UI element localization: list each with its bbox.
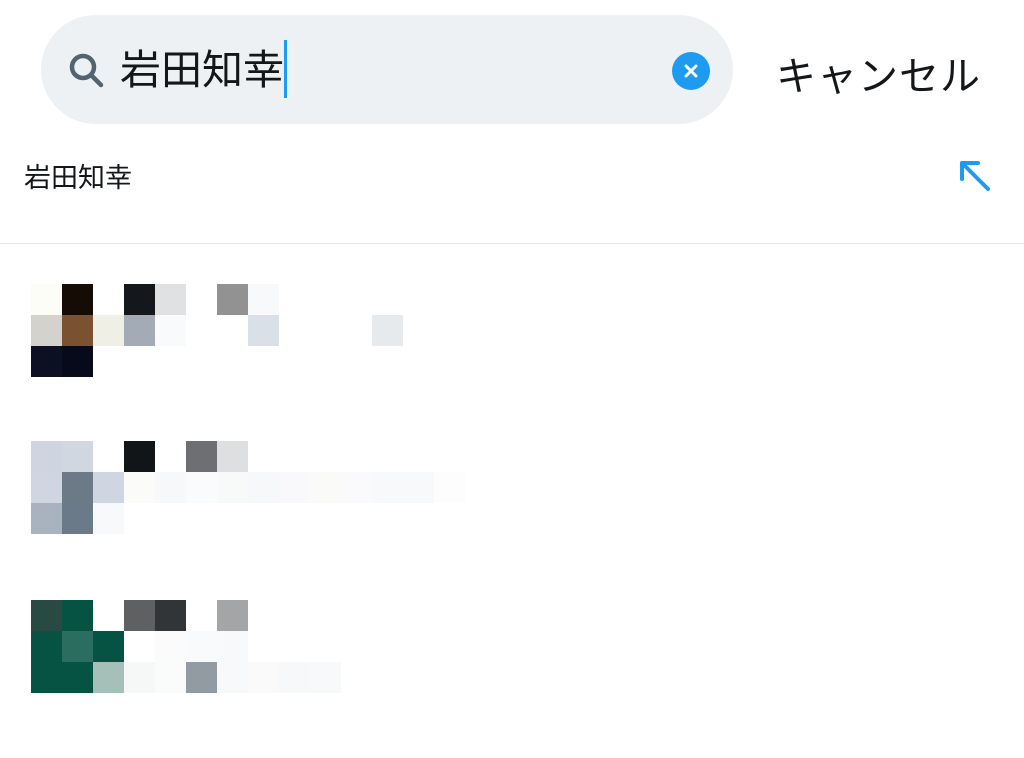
redacted-pixel-block — [31, 631, 62, 662]
redacted-pixel-block — [155, 472, 186, 503]
redacted-pixel-block — [434, 472, 465, 503]
redacted-pixel-block — [93, 472, 124, 503]
redacted-pixel-block — [217, 600, 248, 631]
redacted-pixel-block — [93, 662, 124, 693]
search-icon — [69, 53, 104, 88]
redacted-pixel-block — [31, 284, 62, 315]
redacted-pixel-block — [62, 503, 93, 534]
redacted-pixel-block — [31, 441, 62, 472]
redacted-pixel-block — [155, 662, 186, 693]
redacted-pixel-block — [217, 284, 248, 315]
redacted-pixel-block — [31, 503, 62, 534]
redacted-pixel-block — [186, 631, 217, 662]
redacted-pixel-block — [62, 472, 93, 503]
redacted-pixel-block — [31, 600, 62, 631]
redacted-pixel-block — [403, 472, 434, 503]
redacted-pixel-block — [31, 472, 62, 503]
redacted-pixel-block — [31, 315, 62, 346]
clear-search-button[interactable] — [672, 52, 710, 90]
redacted-pixel-block — [248, 284, 279, 315]
redacted-pixel-block — [62, 662, 93, 693]
account-result-row[interactable] — [0, 441, 1024, 571]
redacted-pixel-block — [93, 315, 124, 346]
redacted-pixel-block — [279, 472, 310, 503]
divider — [0, 243, 1024, 244]
redacted-pixel-block — [155, 315, 186, 346]
redacted-pixel-block — [372, 315, 403, 346]
redacted-pixel-block — [62, 346, 93, 377]
redacted-pixel-block — [62, 315, 93, 346]
redacted-pixel-block — [248, 662, 279, 693]
redacted-pixel-block — [62, 284, 93, 315]
redacted-pixel-block — [124, 662, 155, 693]
redacted-pixel-block — [279, 662, 310, 693]
redacted-pixel-block — [186, 662, 217, 693]
redacted-pixel-block — [248, 315, 279, 346]
account-result-row[interactable] — [0, 284, 1024, 414]
account-result-row[interactable] — [0, 600, 1024, 730]
redacted-pixel-block — [310, 472, 341, 503]
text-caret — [284, 40, 287, 98]
redacted-pixel-block — [186, 441, 217, 472]
fill-query-arrow-icon[interactable] — [956, 157, 994, 195]
redacted-pixel-block — [124, 472, 155, 503]
redacted-pixel-block — [62, 600, 93, 631]
cancel-button[interactable]: キャンセル — [776, 44, 981, 102]
search-suggestion-row[interactable]: 岩田知幸 — [0, 140, 1024, 243]
redacted-pixel-block — [124, 600, 155, 631]
redacted-pixel-block — [31, 662, 62, 693]
redacted-pixel-block — [155, 631, 186, 662]
clear-icon — [684, 64, 698, 78]
search-header: 岩田知幸 キャンセル — [0, 0, 1024, 140]
redacted-pixel-block — [31, 346, 62, 377]
redacted-pixel-block — [217, 472, 248, 503]
redacted-pixel-block — [124, 315, 155, 346]
redacted-pixel-block — [217, 662, 248, 693]
redacted-pixel-block — [124, 284, 155, 315]
redacted-pixel-block — [93, 503, 124, 534]
redacted-pixel-block — [186, 472, 217, 503]
redacted-pixel-block — [62, 631, 93, 662]
redacted-pixel-block — [217, 441, 248, 472]
redacted-pixel-block — [248, 472, 279, 503]
search-input[interactable]: 岩田知幸 — [120, 38, 640, 102]
redacted-pixel-block — [217, 631, 248, 662]
redacted-pixel-block — [93, 631, 124, 662]
suggestion-text: 岩田知幸 — [24, 163, 132, 194]
redacted-pixel-block — [124, 441, 155, 472]
redacted-pixel-block — [310, 662, 341, 693]
redacted-pixel-block — [372, 472, 403, 503]
redacted-pixel-block — [155, 600, 186, 631]
redacted-pixel-block — [62, 441, 93, 472]
redacted-pixel-block — [155, 284, 186, 315]
redacted-pixel-block — [341, 472, 372, 503]
